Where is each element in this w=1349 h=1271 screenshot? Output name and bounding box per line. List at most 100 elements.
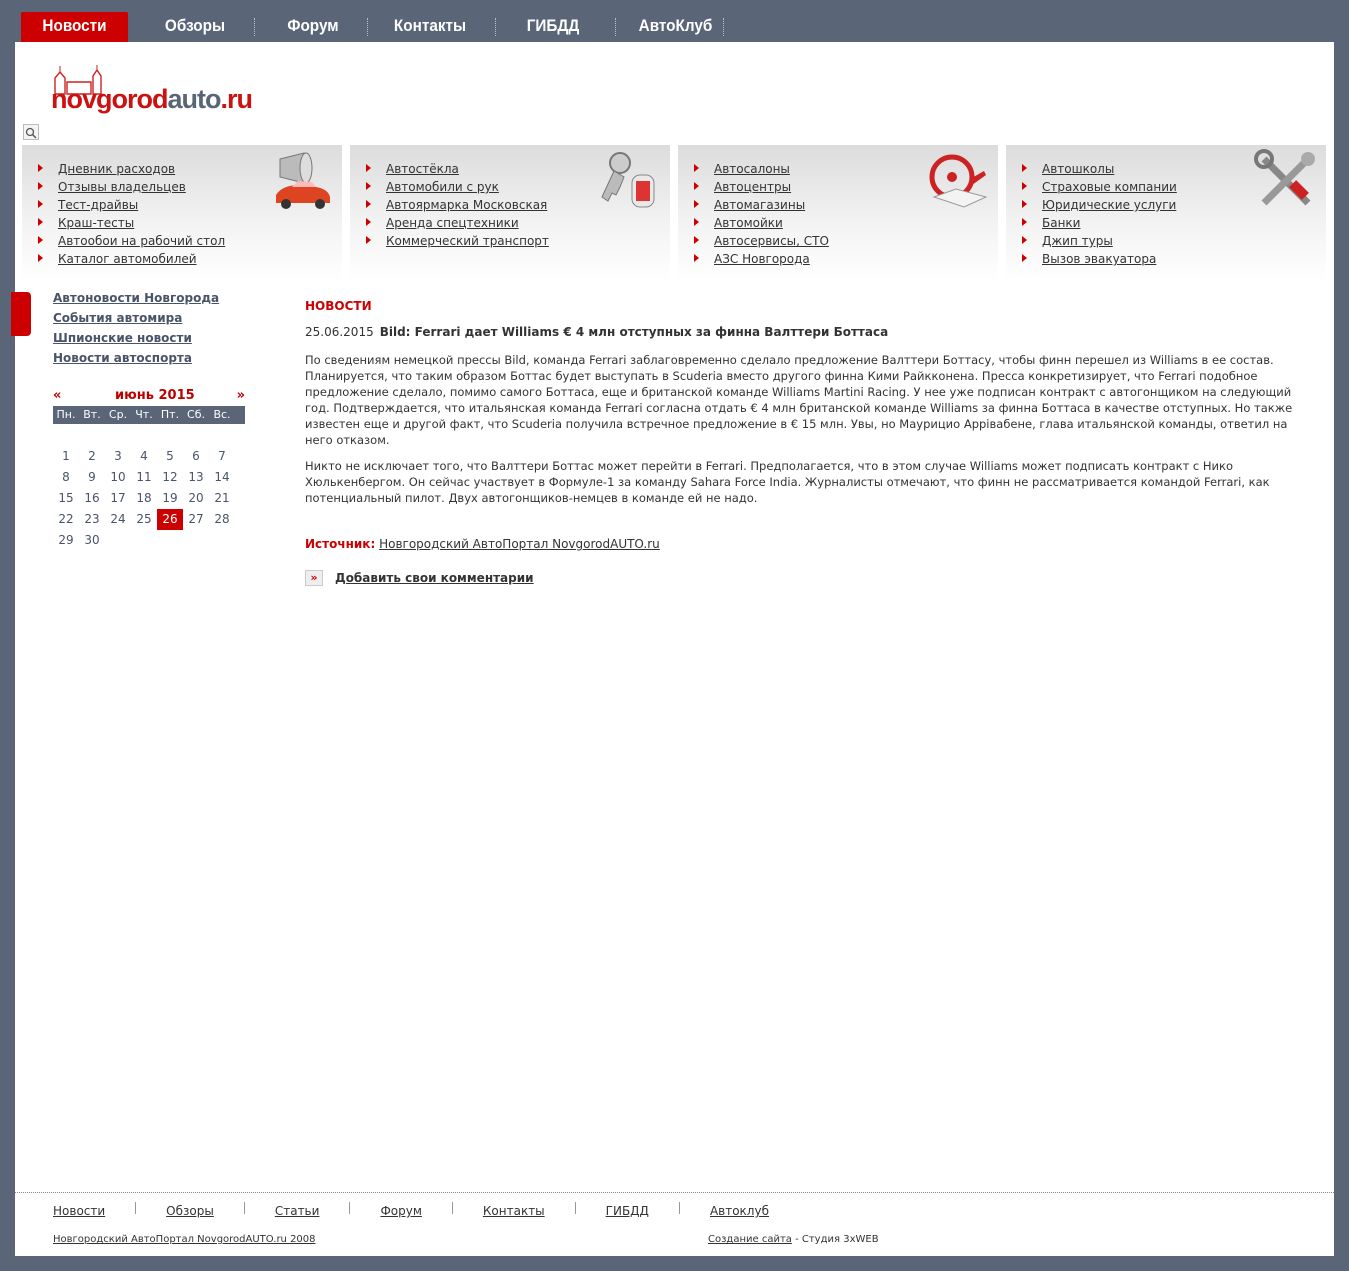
article-paragraph: По сведениям немецкой прессы Bild, коман…: [305, 353, 1293, 447]
category-link[interactable]: Юридические услуги: [1042, 198, 1176, 212]
category-item: Дневник расходов: [36, 160, 225, 178]
weekday-label: Пт.: [160, 408, 180, 421]
category-item: Автоцентры: [692, 178, 829, 196]
category-link[interactable]: Автошколы: [1042, 162, 1114, 176]
category-link[interactable]: Автообои на рабочий стол: [58, 234, 225, 248]
category-link[interactable]: Автоцентры: [714, 180, 791, 194]
category-list: Автошколы Страховые компании Юридические…: [1020, 160, 1177, 268]
category-link[interactable]: Автомойки: [714, 216, 783, 230]
calendar-prev-button[interactable]: «: [53, 388, 61, 403]
calendar-day[interactable]: 26: [157, 509, 183, 530]
category-link[interactable]: Дневник расходов: [58, 162, 175, 176]
category-link[interactable]: Автосервисы, СТО: [714, 234, 829, 248]
calendar-weekdays: Пн. Вт. Ср. Чт. Пт. Сб. Вс.: [53, 406, 245, 424]
footer-link-forum[interactable]: Форум: [380, 1204, 421, 1218]
calendar-day[interactable]: 28: [209, 509, 235, 530]
calendar-day[interactable]: 23: [79, 509, 105, 530]
category-link[interactable]: Страховые компании: [1042, 180, 1177, 194]
nav-gibdd[interactable]: ГИБДД: [508, 12, 598, 42]
sidebar-item-motorsport-news[interactable]: Новости автоспорта: [53, 348, 219, 368]
calendar-empty-cell: [105, 530, 131, 551]
weekday-label: Ср.: [108, 408, 128, 421]
calendar-day[interactable]: 1: [53, 446, 79, 467]
footer-link-autoclub[interactable]: Автоклуб: [710, 1204, 769, 1218]
category-link[interactable]: Коммерческий транспорт: [386, 234, 549, 248]
calendar-day[interactable]: 29: [53, 530, 79, 551]
footer-link-news[interactable]: Новости: [53, 1204, 105, 1218]
category-link[interactable]: Аренда спецтехники: [386, 216, 519, 230]
footer-link-gibdd[interactable]: ГИБДД: [606, 1204, 649, 1218]
calendar-day[interactable]: 4: [131, 446, 157, 467]
calendar-day[interactable]: 6: [183, 446, 209, 467]
footer-link-reviews[interactable]: Обзоры: [166, 1204, 214, 1218]
category-link[interactable]: Отзывы владельцев: [58, 180, 186, 194]
search-button[interactable]: [23, 124, 39, 140]
category-link[interactable]: Банки: [1042, 216, 1080, 230]
category-link[interactable]: Автомагазины: [714, 198, 805, 212]
calendar-day[interactable]: 9: [79, 467, 105, 488]
calendar-day[interactable]: 18: [131, 488, 157, 509]
article: НОВОСТИ 25.06.2015 Bild: Ferrari дает Wil…: [305, 298, 1305, 586]
weekday-label: Чт.: [135, 408, 153, 421]
calendar-day[interactable]: 27: [183, 509, 209, 530]
category-link[interactable]: Автомобили с рук: [386, 180, 499, 194]
nav-news[interactable]: Новости: [20, 12, 129, 42]
calendar-grid: 1 2 3 4 5 6 7 8 9 10 11 12 13 14 15 16 17 18 19 20 21 22 23 24 2…: [53, 446, 245, 551]
calendar-empty-cell: [183, 530, 209, 551]
copyright-link[interactable]: Новгородский АвтоПортал NovgorodAUTO.ru …: [53, 1234, 316, 1245]
calendar-next-button[interactable]: »: [237, 388, 245, 403]
calendar-day[interactable]: 17: [105, 488, 131, 509]
sidebar-item-automotive-events[interactable]: События автомира: [53, 308, 219, 328]
category-link[interactable]: Краш-тесты: [58, 216, 134, 230]
calendar-day[interactable]: 2: [79, 446, 105, 467]
calendar-week: 15 16 17 18 19 20 21: [53, 488, 245, 509]
credit-text: - Студия 3xWEB: [791, 1234, 879, 1245]
calendar-day[interactable]: 13: [183, 467, 209, 488]
calendar-day[interactable]: 15: [53, 488, 79, 509]
category-link[interactable]: Автоярмарка Московская: [386, 198, 547, 212]
footer-link-articles[interactable]: Статьи: [275, 1204, 320, 1218]
calendar-day[interactable]: 14: [209, 467, 235, 488]
calendar-week: 1234567: [53, 446, 245, 467]
calendar-day[interactable]: 25: [131, 509, 157, 530]
credit-link[interactable]: Создание сайта: [708, 1234, 792, 1245]
calendar-day[interactable]: 10: [105, 467, 131, 488]
calendar-day[interactable]: 24: [105, 509, 131, 530]
category-link[interactable]: Автостёкла: [386, 162, 459, 176]
calendar-day[interactable]: 11: [131, 467, 157, 488]
nav-contacts[interactable]: Контакты: [381, 12, 480, 42]
calendar-day[interactable]: 3: [105, 446, 131, 467]
category-link[interactable]: Автосалоны: [714, 162, 790, 176]
calendar-day[interactable]: 22: [53, 509, 79, 530]
footer-separator: [678, 1202, 680, 1214]
nav-forum[interactable]: Форум: [264, 12, 361, 42]
category-link[interactable]: Тест-драйвы: [58, 198, 138, 212]
calendar-day[interactable]: 12: [157, 467, 183, 488]
calendar-day[interactable]: 19: [157, 488, 183, 509]
nav-autoclub[interactable]: АвтоКлуб: [628, 12, 723, 42]
site-logo[interactable]: novgorodauto.ru: [51, 64, 311, 119]
nav-separator: [367, 18, 368, 36]
calendar-day[interactable]: 7: [209, 446, 235, 467]
category-link[interactable]: Джип туры: [1042, 234, 1113, 248]
car-horn-icon: [276, 152, 330, 209]
calendar-day[interactable]: 8: [53, 467, 79, 488]
category-item: Джип туры: [1020, 232, 1177, 250]
sidebar-item-spy-news[interactable]: Шпионские новости: [53, 328, 219, 348]
source-link[interactable]: Новгородский АвтоПортал NovgorodAUTO.ru: [379, 537, 660, 551]
add-comment-link[interactable]: Добавить свои комментарии: [335, 570, 534, 586]
calendar-day[interactable]: 16: [79, 488, 105, 509]
category-link[interactable]: Каталог автомобилей: [58, 252, 197, 266]
calendar-day[interactable]: 5: [157, 446, 183, 467]
category-list: Автосалоны Автоцентры Автомагазины Автом…: [692, 160, 829, 268]
footer-divider: [15, 1192, 1334, 1193]
footer-link-contacts[interactable]: Контакты: [483, 1204, 545, 1218]
category-link[interactable]: АЗС Новгорода: [714, 252, 810, 266]
nav-reviews[interactable]: Обзоры: [146, 12, 243, 42]
calendar-day[interactable]: 30: [79, 530, 105, 551]
sidebar-item-novgorod-news[interactable]: Автоновости Новгорода: [53, 288, 219, 308]
calendar-day[interactable]: 20: [183, 488, 209, 509]
category-link[interactable]: Вызов эвакуатора: [1042, 252, 1156, 266]
calendar-day[interactable]: 21: [209, 488, 235, 509]
article-headline: 25.06.2015 Bild: Ferrari дает Williams € …: [305, 324, 1305, 340]
